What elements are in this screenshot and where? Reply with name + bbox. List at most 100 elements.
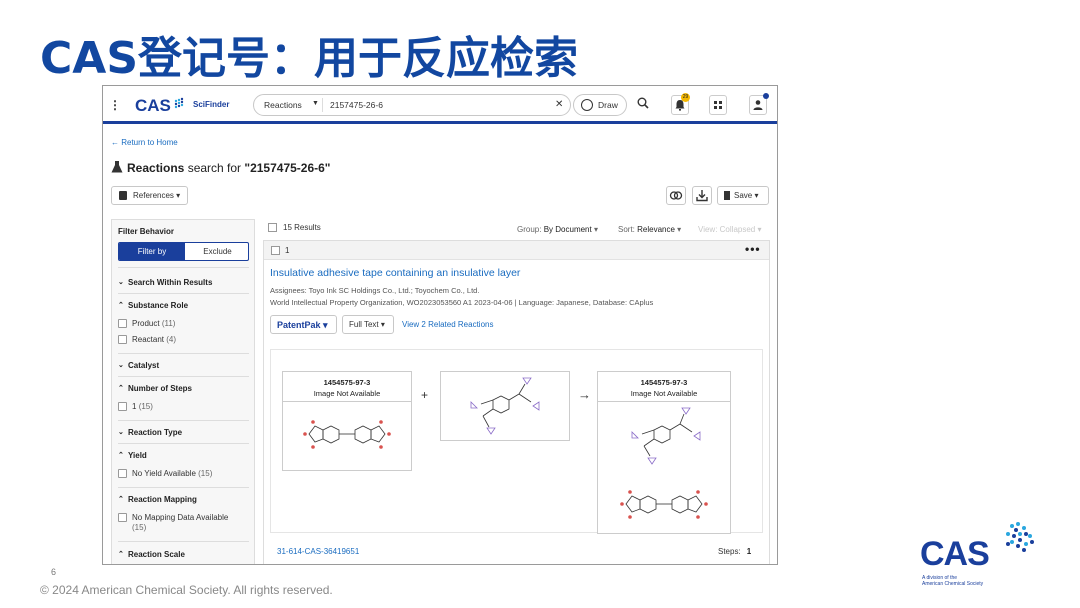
compare-icon <box>669 191 683 200</box>
notifications-button[interactable]: 29 <box>671 93 690 115</box>
product-note: Image Not Available <box>630 389 698 398</box>
filter-option-steps-1[interactable]: 1 (15) <box>118 402 249 412</box>
reactant-note: Image Not Available <box>313 389 381 398</box>
results-count: 15 Results <box>283 223 321 232</box>
copyright-text: © 2024 American Chemical Society. All ri… <box>40 583 333 597</box>
option-label: No Yield Available <box>132 469 196 478</box>
chevron-up-icon: ⌃ <box>118 385 124 392</box>
product-cas-number: 1454575-97-3 <box>640 378 688 387</box>
menu-icon[interactable]: ⋮ <box>109 98 121 112</box>
checkbox[interactable] <box>118 319 127 328</box>
download-button[interactable] <box>692 186 712 205</box>
divider <box>118 267 249 268</box>
result-checkbox[interactable] <box>271 246 280 255</box>
checkbox[interactable] <box>118 469 127 478</box>
more-options-icon[interactable]: ••• <box>745 242 761 256</box>
notification-badge: 29 <box>681 93 690 102</box>
heading-query: "2157475-26-6" <box>244 161 331 175</box>
option-count: (4) <box>166 335 177 344</box>
view-value: Collapsed <box>719 225 756 234</box>
product-structure-1 <box>631 407 701 465</box>
patentpak-label: PatentPak <box>277 320 321 330</box>
reaction-scheme[interactable]: 1454575-97-3 Image Not Available + → 145… <box>270 349 763 534</box>
caret-down-icon[interactable]: ▼ <box>312 100 319 107</box>
reaction-id-link[interactable]: 31-614-CAS-36419651 <box>277 547 359 556</box>
patentpak-button[interactable]: PatentPak ▾ <box>270 315 337 334</box>
reaction-mapping-section[interactable]: ⌃ Reaction Mapping <box>118 495 249 504</box>
checkbox[interactable] <box>118 335 127 344</box>
divider <box>118 420 249 421</box>
group-control[interactable]: Group: By Document ▾ <box>517 225 598 234</box>
sort-control[interactable]: Sort: Relevance ▾ <box>618 225 681 234</box>
result-assignees: Assignees: Toyo Ink SC Holdings Co., Ltd… <box>270 286 480 295</box>
product-panel[interactable]: 1454575-97-3 Image Not Available <box>597 371 731 534</box>
substance-role-section[interactable]: ⌃ Substance Role <box>118 301 249 310</box>
full-text-label: Full Text <box>349 320 379 329</box>
reaction-type-section[interactable]: ⌄ Reaction Type <box>118 428 249 437</box>
filter-behavior-toggle: Filter by Exclude <box>118 242 249 261</box>
slide-number: 6 <box>51 567 57 577</box>
search-input[interactable]: 2157475-26-6 <box>330 100 383 110</box>
product-cas[interactable]: 1454575-97-3 <box>598 378 730 387</box>
divider <box>118 487 249 488</box>
result-source: World Intellectual Property Organization… <box>270 298 654 307</box>
filter-option-no-yield[interactable]: No Yield Available (15) <box>118 469 249 479</box>
product-name: SciFinder <box>193 100 230 109</box>
search-type-select[interactable]: Reactions <box>264 100 302 110</box>
full-text-button[interactable]: Full Text ▾ <box>342 315 394 334</box>
book-icon <box>119 191 127 200</box>
reaction-scale-section[interactable]: ⌃ Reaction Scale <box>118 550 249 559</box>
catalyst-section[interactable]: ⌄ Catalyst <box>118 361 249 370</box>
divider <box>322 98 323 112</box>
clear-icon[interactable]: ✕ <box>555 99 563 110</box>
grid-icon <box>714 101 722 109</box>
filter-option-product[interactable]: Product (11) <box>118 319 249 329</box>
compare-button[interactable] <box>666 186 686 205</box>
references-button[interactable]: References ▾ <box>111 186 188 205</box>
group-label: Group: <box>517 225 542 234</box>
filter-by-button[interactable]: Filter by <box>119 243 185 260</box>
section-label: Search Within Results <box>128 278 213 287</box>
reactant-info: 1454575-97-3 Image Not Available <box>283 372 411 402</box>
result-title-link[interactable]: Insulative adhesive tape containing an i… <box>270 267 520 279</box>
reagent-structure <box>470 377 540 435</box>
apps-button[interactable] <box>709 95 727 115</box>
heading-type: Reactions <box>127 161 185 175</box>
option-count: (15) <box>198 469 213 478</box>
chevron-down-icon: ⌄ <box>118 362 124 369</box>
draw-icon <box>581 99 593 111</box>
exclude-button[interactable]: Exclude <box>185 243 248 260</box>
search-within-section[interactable]: ⌄ Search Within Results <box>118 278 249 287</box>
view-control[interactable]: View: Collapsed ▾ <box>698 225 761 234</box>
filter-option-no-mapping[interactable]: No Mapping Data Available (15) <box>118 513 249 533</box>
checkbox[interactable] <box>118 402 127 411</box>
plus-sign: + <box>421 388 429 402</box>
return-home-label: Return to Home <box>121 138 178 147</box>
bookmark-icon <box>724 191 730 200</box>
brand-dots-icon <box>174 97 184 109</box>
checkbox[interactable] <box>118 513 127 522</box>
brand-logo[interactable]: CAS <box>135 96 171 116</box>
related-reactions-link[interactable]: View 2 Related Reactions <box>402 320 493 329</box>
divider <box>118 376 249 377</box>
draw-button[interactable]: Draw <box>573 94 627 116</box>
option-label: No Mapping Data Available <box>132 513 229 522</box>
save-button[interactable]: Save ▾ <box>717 186 769 205</box>
select-all-checkbox[interactable] <box>268 223 277 232</box>
sort-label: Sort: <box>618 225 635 234</box>
search-icon[interactable] <box>637 97 649 109</box>
reactant-cas[interactable]: 1454575-97-3 <box>283 378 411 387</box>
filter-option-reactant[interactable]: Reactant (4) <box>118 335 249 345</box>
heading-connector: search for <box>184 161 245 175</box>
yield-section[interactable]: ⌃ Yield <box>118 451 249 460</box>
user-button[interactable] <box>749 93 769 115</box>
section-label: Reaction Scale <box>128 550 185 559</box>
search-bar[interactable]: Reactions ▼ 2157475-26-6 ✕ <box>253 94 571 116</box>
option-label: Product <box>132 319 160 328</box>
product-info: 1454575-97-3 Image Not Available <box>598 372 730 402</box>
section-label: Catalyst <box>128 361 160 370</box>
reagent-panel[interactable] <box>440 371 570 441</box>
return-home-link[interactable]: ← Return to Home <box>111 138 178 147</box>
number-of-steps-section[interactable]: ⌃ Number of Steps <box>118 384 249 393</box>
reactant-panel[interactable]: 1454575-97-3 Image Not Available <box>282 371 412 471</box>
